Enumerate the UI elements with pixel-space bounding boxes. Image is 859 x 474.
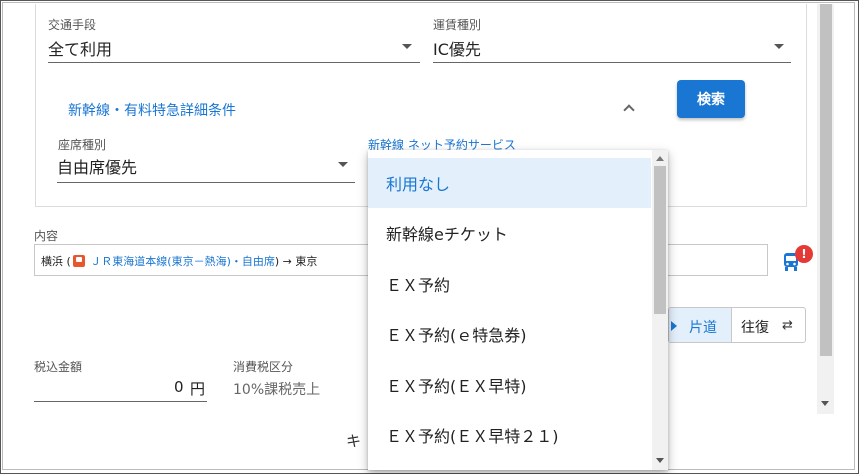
tax-category-label: 消費税区分: [233, 360, 294, 374]
dropdown-scrollbar-thumb[interactable]: [654, 166, 666, 314]
seat-type-label: 座席種別: [58, 138, 107, 152]
swap-arrows-icon: ⇄: [782, 318, 793, 333]
train-icon: [72, 255, 85, 267]
route-line: ＪＲ東海道本線(東京－熱海)・自由席: [86, 255, 275, 268]
selected-arrow-icon: [671, 321, 677, 331]
transport-select-value[interactable]: 全て利用: [48, 36, 112, 60]
dropdown-option[interactable]: ＥＸ予約(ＥＸ早特２１): [368, 410, 651, 460]
round-trip-option[interactable]: 往復: [741, 317, 769, 337]
seat-type-select-value[interactable]: 自由席優先: [57, 154, 137, 178]
transport-label: 交通手段: [48, 18, 97, 32]
transport-select-underline: [48, 62, 420, 63]
cancel-button[interactable]: キ: [346, 430, 361, 451]
route-text: 横浜 ( ＪＲ東海道本線(東京－熱海)・自由席) → 東京: [41, 253, 317, 269]
tax-amount-value[interactable]: 0: [174, 378, 184, 396]
fare-type-select-value[interactable]: IC優先: [433, 36, 481, 60]
transport-dropdown-caret-icon[interactable]: [402, 44, 412, 49]
one-way-label: 片道: [689, 320, 717, 336]
tax-category-value: 10%課税売上: [233, 382, 321, 398]
fare-type-select-underline: [433, 62, 791, 63]
shinkansen-section-title[interactable]: 新幹線・有料特急詳細条件: [68, 100, 236, 120]
dropdown-option[interactable]: 利用なし: [368, 158, 651, 208]
alert-badge: !: [795, 245, 813, 263]
search-button[interactable]: 検索: [677, 80, 745, 118]
seat-type-dropdown-caret-icon[interactable]: [338, 162, 348, 167]
dropdown-scroll-up-icon[interactable]: [656, 156, 664, 161]
dropdown-option[interactable]: ＥＸ予約(ｅ特急券): [368, 309, 651, 359]
route-origin: 横浜 (: [41, 255, 71, 268]
page-scroll-down-icon[interactable]: [821, 401, 829, 406]
tax-amount-unit: 円: [190, 380, 206, 398]
dropdown-option[interactable]: 新幹線eチケット: [368, 208, 651, 258]
tax-amount-label: 税込金額: [34, 360, 83, 374]
dropdown-scroll-down-icon[interactable]: [656, 458, 664, 463]
route-destination: ) → 東京: [274, 255, 318, 268]
page-scrollbar-thumb[interactable]: [820, 4, 832, 356]
content-label: 内容: [34, 229, 59, 243]
fare-type-dropdown-caret-icon[interactable]: [774, 44, 784, 49]
fare-type-label: 運賃種別: [433, 18, 482, 32]
net-reservation-dropdown: 利用なし 新幹線eチケット ＥＸ予約 ＥＸ予約(ｅ特急券) ＥＸ予約(ＥＸ早特)…: [368, 150, 668, 470]
tax-amount-underline: [34, 401, 207, 402]
dropdown-option[interactable]: ＥＸ予約(ＥＸ早特): [368, 360, 651, 410]
dropdown-option[interactable]: ＥＸ予約: [368, 259, 651, 309]
trip-type-toggle: 片道 往復 ⇄: [668, 307, 806, 343]
seat-type-select-underline: [57, 182, 355, 183]
